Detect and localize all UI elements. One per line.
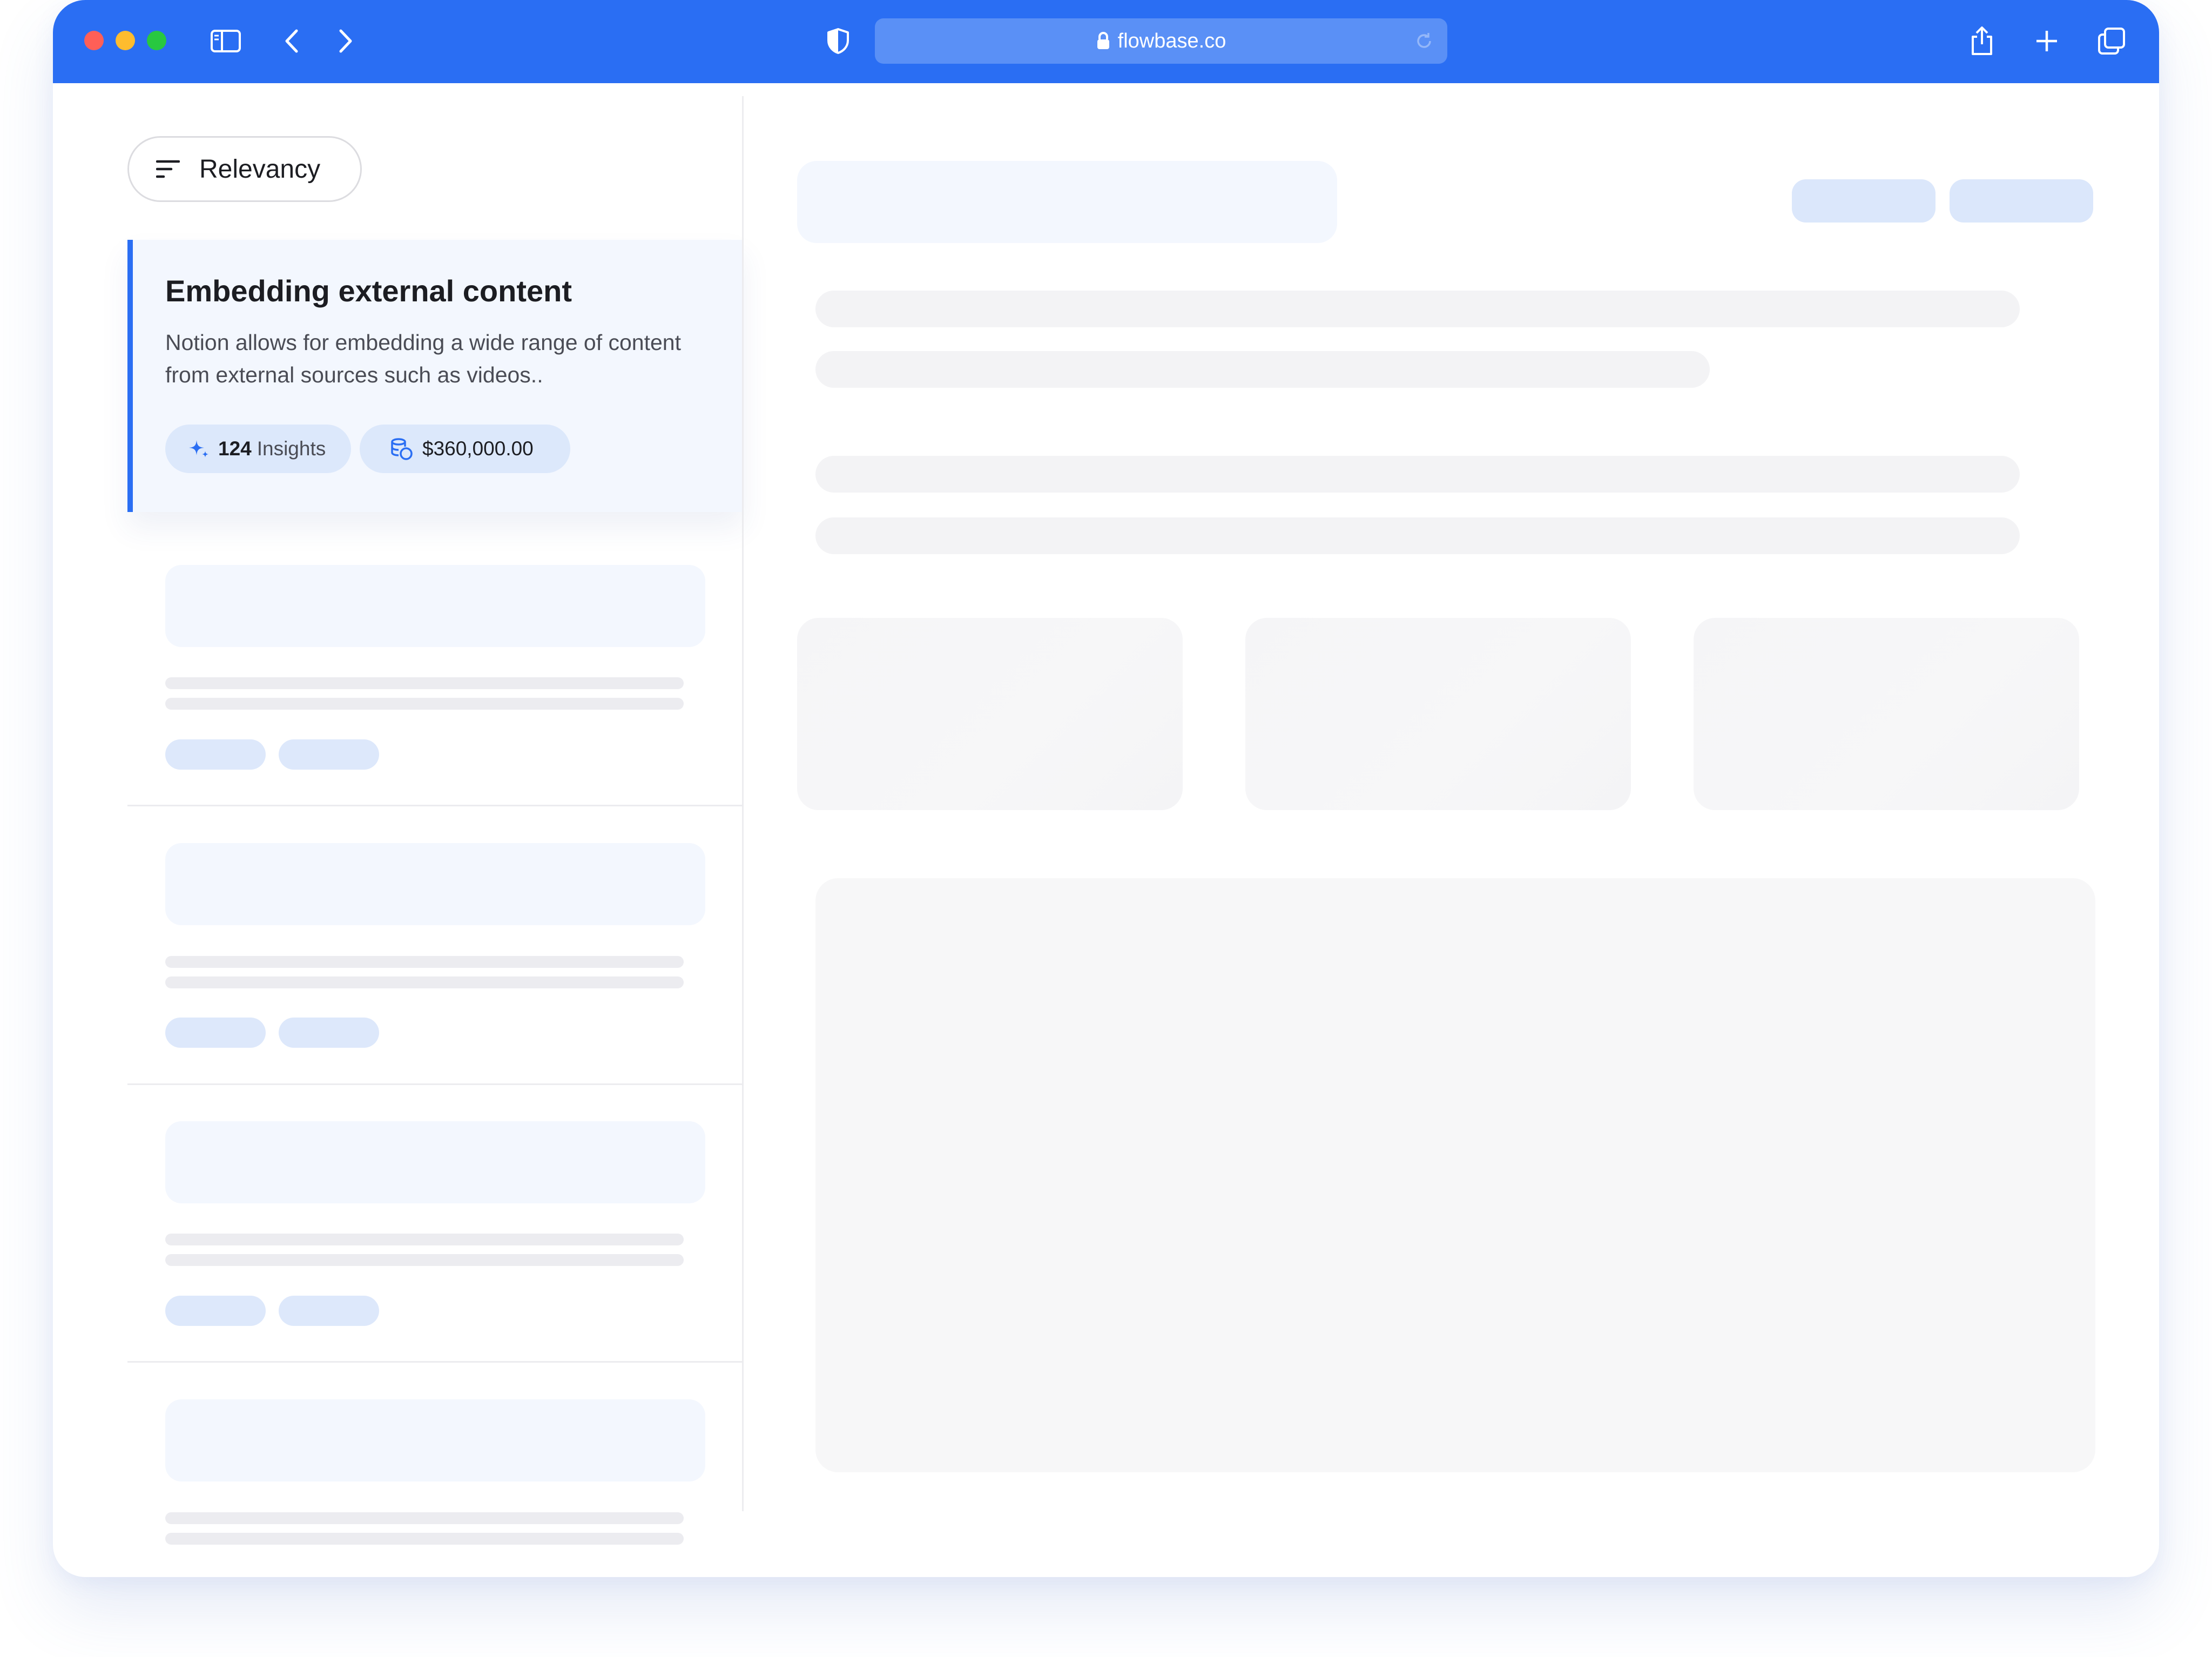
chevron-left-icon[interactable] [272, 22, 311, 60]
tabs-icon[interactable] [2092, 22, 2131, 60]
list-divider [127, 1361, 743, 1363]
skeleton-card-title [165, 843, 705, 925]
sort-icon [156, 159, 180, 179]
card-title: Embedding external content [165, 274, 572, 308]
skeleton-tag [165, 1018, 266, 1048]
amount-value: $360,000.00 [422, 437, 534, 460]
skeleton-line [165, 1533, 684, 1545]
skeleton-tag [165, 739, 266, 770]
insights-count: 124 [218, 437, 252, 460]
skeleton-line [165, 1512, 684, 1524]
close-window-button[interactable] [84, 31, 104, 50]
shield-icon[interactable] [819, 22, 858, 60]
skeleton-line [165, 1234, 684, 1245]
skeleton-card-title [165, 1399, 705, 1481]
skeleton-card-title [165, 565, 705, 647]
skeleton-detail-title [797, 161, 1337, 243]
plus-icon[interactable] [2027, 22, 2066, 60]
sparkle-icon [188, 438, 210, 460]
insights-label: Insights [257, 437, 326, 460]
skeleton-stat-card [797, 618, 1183, 810]
share-icon[interactable] [1963, 22, 2001, 60]
skeleton-line [165, 698, 684, 710]
amount-badge: $360,000.00 [360, 425, 570, 473]
skeleton-tag [279, 739, 379, 770]
skeleton-action-button [1792, 179, 1936, 223]
result-card-selected[interactable]: Embedding external content Notion allows… [127, 240, 743, 512]
skeleton-line [165, 677, 684, 689]
chevron-right-icon[interactable] [326, 22, 365, 60]
browser-window: flowbase.co Relevancy Embedding external… [53, 0, 2159, 1577]
card-description: Notion allows for embedding a wide range… [165, 330, 681, 387]
insights-badge: 124 Insights [165, 425, 351, 473]
skeleton-tag [279, 1018, 379, 1048]
sort-button[interactable]: Relevancy [127, 136, 362, 202]
list-divider [127, 1083, 743, 1085]
results-sidebar: Relevancy Embedding external content Not… [53, 83, 743, 1577]
reload-icon[interactable] [1415, 31, 1433, 56]
skeleton-stat-card [1694, 618, 2079, 810]
panel-divider [742, 96, 744, 1511]
coins-icon [390, 437, 414, 461]
skeleton-content-area [815, 878, 2095, 1472]
browser-toolbar: flowbase.co [53, 0, 2159, 83]
skeleton-card-title [165, 1121, 705, 1203]
skeleton-text-bar [815, 456, 2020, 493]
maximize-window-button[interactable] [147, 31, 166, 50]
skeleton-text-bar [815, 291, 2020, 327]
lock-icon [1096, 32, 1110, 50]
url-text: flowbase.co [1117, 29, 1226, 52]
sidebar-icon[interactable] [206, 22, 245, 60]
skeleton-line [165, 976, 684, 988]
skeleton-text-bar [815, 351, 1710, 388]
skeleton-tag [165, 1296, 266, 1326]
sort-label: Relevancy [199, 154, 321, 184]
skeleton-stat-card [1245, 618, 1631, 810]
skeleton-action-button [1950, 179, 2093, 223]
list-divider [127, 805, 743, 806]
minimize-window-button[interactable] [116, 31, 135, 50]
address-bar[interactable]: flowbase.co [875, 18, 1447, 64]
skeleton-tag [279, 1296, 379, 1326]
skeleton-text-bar [815, 517, 2020, 554]
skeleton-line [165, 956, 684, 968]
skeleton-line [165, 1254, 684, 1266]
